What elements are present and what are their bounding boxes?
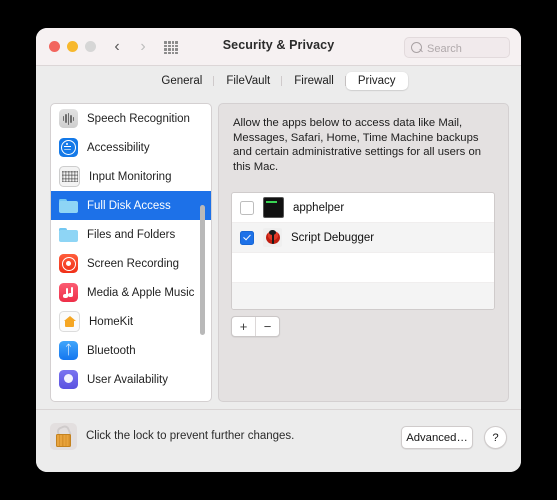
permission-description: Allow the apps below to access data like…: [233, 117, 482, 173]
tab-firewall[interactable]: Firewall: [282, 72, 346, 90]
search-icon: [411, 42, 422, 53]
sidebar-item-label: Bluetooth: [87, 344, 136, 357]
homekit-house-icon: [59, 311, 80, 332]
sidebar-item-label: Media & Apple Music: [87, 286, 195, 299]
add-remove-control[interactable]: + −: [231, 316, 280, 337]
remove-app-button[interactable]: −: [256, 317, 279, 336]
empty-row: [232, 253, 494, 283]
terminal-icon: [263, 197, 284, 218]
sidebar-item-input-monitoring[interactable]: Input Monitoring: [51, 162, 211, 191]
detail-pane: Allow the apps below to access data like…: [218, 103, 509, 402]
tab-privacy[interactable]: Privacy: [345, 72, 408, 90]
sidebar-item-speech-recognition[interactable]: Speech Recognition: [51, 104, 211, 133]
sidebar-scrollbar-thumb[interactable]: [200, 205, 205, 335]
tab-general[interactable]: General: [149, 72, 215, 90]
sidebar-item-user-availability[interactable]: User Availability: [51, 365, 211, 394]
sidebar-item-label: Full Disk Access: [87, 199, 171, 212]
table-row[interactable]: apphelper: [232, 193, 494, 223]
app-checkbox[interactable]: [240, 230, 254, 245]
speech-recognition-icon: [59, 109, 78, 128]
music-note-icon: [59, 283, 78, 302]
folder-icon: [59, 196, 78, 215]
table-row[interactable]: Script Debugger: [232, 223, 494, 253]
sidebar-item-label: Speech Recognition: [87, 112, 190, 125]
sidebar-item-accessibility[interactable]: Accessibility: [51, 133, 211, 162]
sidebar-item-label: HomeKit: [89, 315, 134, 328]
app-name: Script Debugger: [291, 231, 375, 244]
ladybug-icon: [263, 228, 282, 247]
search-field[interactable]: [404, 37, 510, 59]
advanced-button[interactable]: Advanced…: [401, 426, 473, 449]
sidebar-scrollbar[interactable]: [200, 108, 208, 397]
sidebar-item-label: Input Monitoring: [89, 170, 172, 183]
allowed-apps-list[interactable]: apphelper Script Debugger: [231, 192, 495, 310]
privacy-category-list[interactable]: Speech Recognition Accessibility Input M…: [50, 103, 212, 402]
folder-icon: [59, 225, 78, 244]
bluetooth-icon: ᛏ: [59, 341, 78, 360]
user-availability-icon: [59, 370, 78, 389]
sidebar-item-screen-recording[interactable]: Screen Recording: [51, 249, 211, 278]
preferences-window: ‹ › Security & Privacy General FileVault…: [36, 28, 521, 472]
content-area: Speech Recognition Accessibility Input M…: [50, 103, 509, 402]
sidebar-item-homekit[interactable]: HomeKit: [51, 307, 211, 336]
app-checkbox[interactable]: [240, 200, 254, 215]
sidebar-item-label: Files and Folders: [87, 228, 176, 241]
unlocked-padlock-icon[interactable]: [50, 423, 77, 450]
sidebar-item-label: Screen Recording: [87, 257, 180, 270]
app-name: apphelper: [293, 201, 345, 214]
sidebar-item-label: Accessibility: [87, 141, 150, 154]
tab-bar: General FileVault Firewall Privacy: [36, 72, 521, 90]
sidebar-item-full-disk-access[interactable]: Full Disk Access: [51, 191, 211, 220]
bottom-bar: Click the lock to prevent further change…: [36, 409, 521, 472]
sidebar-item-bluetooth[interactable]: ᛏ Bluetooth: [51, 336, 211, 365]
window-titlebar: ‹ › Security & Privacy: [36, 28, 521, 66]
search-input[interactable]: [425, 38, 507, 59]
sidebar-item-media-and-apple-music[interactable]: Media & Apple Music: [51, 278, 211, 307]
tab-filevault[interactable]: FileVault: [214, 72, 283, 90]
empty-row: [232, 283, 494, 309]
help-button[interactable]: ?: [484, 426, 507, 449]
sidebar-item-files-and-folders[interactable]: Files and Folders: [51, 220, 211, 249]
keyboard-icon: [59, 166, 80, 187]
lock-hint-text: Click the lock to prevent further change…: [86, 430, 295, 442]
add-app-button[interactable]: +: [232, 317, 256, 336]
sidebar-item-label: User Availability: [87, 373, 168, 386]
screen-recording-icon: [59, 254, 78, 273]
accessibility-icon: [59, 138, 78, 157]
